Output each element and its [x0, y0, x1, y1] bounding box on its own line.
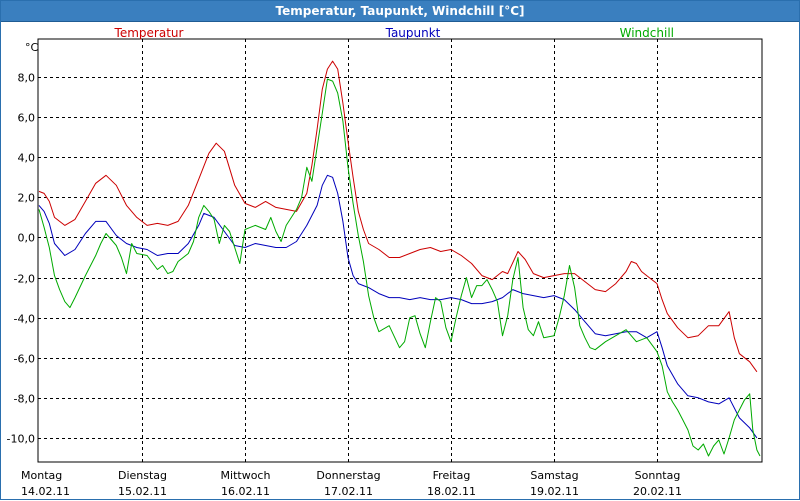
x-tick-day: Dienstag — [118, 469, 167, 482]
y-tick-label: -4,0 — [14, 313, 35, 326]
chart-window: Temperatur, Taupunkt, Windchill [°C] °C … — [0, 0, 800, 500]
x-tick-date: 19.02.11 — [530, 485, 579, 498]
y-tick-labels: 8,0 6,0 4,0 2,0 0,0 -2,0 -4,0 -6,0 -8,0 -10,0 — [7, 72, 35, 446]
x-tick-date: 14.02.11 — [21, 485, 70, 498]
y-tick-label: 6,0 — [18, 112, 36, 125]
y-tick-label: -10,0 — [7, 433, 35, 446]
x-tick-day: Freitag — [433, 469, 471, 482]
x-tick-day: Sonntag — [635, 469, 681, 482]
x-tick-day: Donnerstag — [316, 469, 380, 482]
y-tick-label: 2,0 — [18, 192, 36, 205]
x-tick-date: 17.02.11 — [324, 485, 373, 498]
y-tick-label: 4,0 — [18, 152, 36, 165]
y-tick-label: 0,0 — [18, 232, 36, 245]
y-tick-label: -8,0 — [14, 393, 35, 406]
legend-item-temperatur: Temperatur — [114, 26, 184, 40]
y-tick-label: -2,0 — [14, 273, 35, 286]
legend: Temperatur Taupunkt Windchill — [114, 26, 674, 40]
x-tick-date: 16.02.11 — [221, 485, 270, 498]
y-axis-unit-label: °C — [25, 41, 39, 54]
y-tick-label: 8,0 — [18, 72, 36, 85]
legend-item-windchill: Windchill — [620, 26, 674, 40]
x-tick-day: Samstag — [530, 469, 578, 482]
x-tick-date: 15.02.11 — [118, 485, 167, 498]
x-tick-day: Montag — [21, 469, 62, 482]
y-tick-label: -6,0 — [14, 353, 35, 366]
legend-item-taupunkt: Taupunkt — [385, 26, 441, 40]
line-chart: °C Temperatur Taupunkt Windchill 8,0 6,0 4,0… — [7, 26, 763, 498]
x-tick-day: Mittwoch — [221, 469, 271, 482]
x-tick-date: 20.02.11 — [633, 485, 682, 498]
x-tick-labels: Montag 14.02.11 Dienstag 15.02.11 Mittwoch 16… — [21, 469, 682, 498]
x-tick-date: 18.02.11 — [427, 485, 476, 498]
